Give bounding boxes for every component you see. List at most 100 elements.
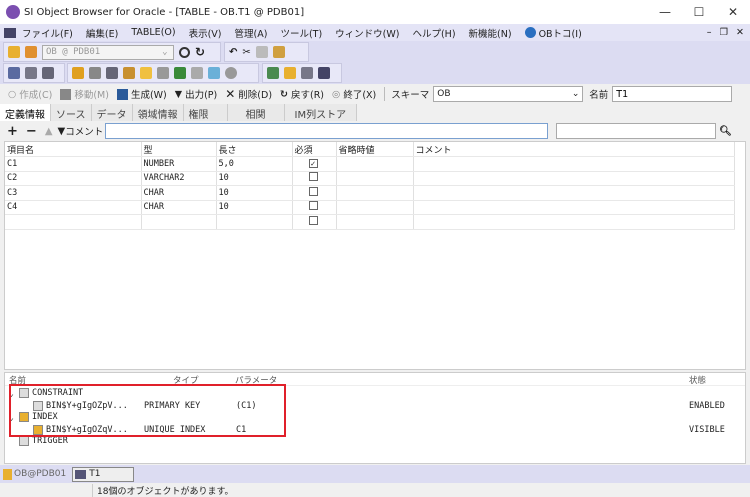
output-button[interactable]: ▼ 出力(P)	[175, 87, 217, 102]
cell-type[interactable]: VARCHAR2	[141, 171, 217, 186]
table-row[interactable]: C3 CHAR 10	[5, 185, 735, 201]
menu-table[interactable]: TABLE(O)	[131, 27, 175, 38]
cell-name[interactable]: C2	[5, 171, 142, 186]
cell-length[interactable]	[216, 214, 293, 230]
table-row[interactable]: C4 CHAR 10	[5, 200, 735, 215]
required-checkbox[interactable]	[308, 172, 318, 182]
menu-manage[interactable]: 管理(A)	[235, 26, 268, 40]
mdi-restore-button[interactable]: ❐	[720, 27, 729, 38]
database-icon[interactable]	[89, 67, 101, 79]
cell-length[interactable]: 5,0	[216, 156, 293, 172]
copy-icon[interactable]	[255, 46, 268, 58]
tab-storage[interactable]: 領域情報	[132, 104, 184, 121]
mdi-minimize-button[interactable]: –	[707, 27, 712, 38]
disconnect-icon[interactable]	[25, 46, 37, 58]
cell-default[interactable]	[336, 185, 414, 201]
cell-type[interactable]: CHAR	[141, 200, 217, 215]
binoculars-icon[interactable]: 🔍︎	[719, 126, 732, 137]
cell-required[interactable]	[292, 214, 337, 230]
tab-inmemory[interactable]: IM列ストア	[284, 104, 358, 121]
connect-icon[interactable]	[8, 46, 20, 58]
schema-select[interactable]: OB ⌄	[433, 86, 584, 102]
menu-edit[interactable]: 編集(E)	[86, 26, 118, 40]
circle-icon[interactable]	[179, 46, 190, 58]
window-tab-table[interactable]: T1	[72, 466, 135, 482]
cell-name[interactable]	[5, 214, 142, 230]
move-up-icon[interactable]: ▲	[45, 126, 53, 137]
cell-comment[interactable]	[413, 156, 735, 172]
generate-button[interactable]: 生成(W)	[116, 87, 167, 101]
tab-dependencies[interactable]: 相関	[227, 104, 285, 121]
undo-icon[interactable]: ↶	[229, 47, 237, 58]
menu-help[interactable]: ヘルプ(H)	[412, 26, 455, 40]
comment-input[interactable]	[105, 123, 549, 139]
yen-icon[interactable]	[284, 67, 296, 79]
tab-privileges[interactable]: 権限	[183, 104, 228, 121]
table-icon[interactable]	[174, 67, 186, 79]
cell-type[interactable]: CHAR	[141, 185, 217, 201]
lower-header-state[interactable]: 状態	[689, 374, 706, 386]
cell-length[interactable]: 10	[216, 200, 293, 215]
cell-required[interactable]	[292, 185, 337, 201]
cell-comment[interactable]	[413, 200, 735, 215]
col-header-type[interactable]: 型	[141, 142, 217, 157]
mdi-icon[interactable]	[4, 27, 16, 38]
cylinder-icon[interactable]	[140, 67, 152, 79]
cell-comment[interactable]	[413, 171, 735, 186]
clock-search-icon[interactable]	[225, 67, 237, 79]
window-tab-connection[interactable]: OB@PDB01	[3, 468, 66, 480]
document-icon[interactable]	[157, 67, 169, 79]
create-button[interactable]: ○ 作成(C)	[8, 87, 52, 102]
table-row[interactable]: C2 VARCHAR2 10	[5, 171, 735, 186]
col-header-name[interactable]: 項目名	[5, 142, 142, 157]
window-icon[interactable]	[42, 67, 54, 79]
name-input[interactable]	[612, 86, 733, 102]
cube-icon[interactable]	[191, 67, 203, 79]
refresh-icon[interactable]: ↻	[195, 45, 205, 59]
cell-required[interactable]	[292, 200, 337, 215]
cell-required[interactable]	[292, 171, 337, 186]
image-icon[interactable]	[208, 67, 220, 79]
table-row[interactable]	[5, 214, 735, 230]
tab-data[interactable]: データ	[91, 104, 133, 121]
cell-comment[interactable]	[413, 185, 735, 201]
remove-row-icon[interactable]: −	[26, 124, 37, 139]
minimize-button[interactable]: —	[648, 5, 682, 19]
cell-name[interactable]: C4	[5, 200, 142, 215]
grid-arrow-icon[interactable]	[318, 67, 330, 79]
maximize-button[interactable]: ☐	[682, 5, 716, 19]
sql-icon[interactable]	[8, 67, 20, 79]
mdi-close-button[interactable]: ✕	[736, 27, 744, 38]
exit-button[interactable]: ◎ 終了(X)	[332, 87, 376, 102]
lock-icon[interactable]	[123, 67, 135, 79]
table-row[interactable]: C1 NUMBER 5,0 ✓	[5, 156, 735, 172]
cell-default[interactable]	[336, 214, 414, 230]
delete-button[interactable]: ✕ 削除(D)	[225, 87, 272, 101]
cut-icon[interactable]: ✂	[242, 47, 250, 58]
tab-source[interactable]: ソース	[51, 104, 92, 121]
move-button[interactable]: 移動(M)	[60, 87, 109, 101]
cell-length[interactable]: 10	[216, 185, 293, 201]
menu-obtoko[interactable]: OBトコ(I)	[539, 26, 582, 40]
cell-default[interactable]	[336, 171, 414, 186]
add-row-icon[interactable]: +	[7, 124, 18, 139]
connection-select[interactable]: OB @ PDB01 ⌄	[42, 44, 174, 60]
cell-required[interactable]: ✓	[292, 156, 337, 172]
cell-name[interactable]: C3	[5, 185, 142, 201]
menu-view[interactable]: 表示(V)	[189, 26, 222, 40]
required-checkbox[interactable]	[308, 201, 318, 211]
menu-file[interactable]: ファイル(F)	[22, 26, 73, 40]
cell-comment[interactable]	[413, 214, 735, 230]
required-checkbox[interactable]: ✓	[308, 158, 318, 168]
search-input[interactable]	[556, 123, 717, 139]
menu-tools[interactable]: ツール(T)	[280, 26, 322, 40]
cell-type[interactable]	[141, 214, 217, 230]
export-icon[interactable]	[267, 67, 279, 79]
required-checkbox[interactable]	[308, 215, 318, 225]
script-icon[interactable]	[25, 67, 37, 79]
cell-type[interactable]: NUMBER	[141, 156, 217, 172]
col-header-required[interactable]: 必須	[292, 142, 337, 157]
menu-new-features[interactable]: 新機能(N)	[469, 26, 512, 40]
required-checkbox[interactable]	[308, 186, 318, 196]
user-icon[interactable]	[72, 67, 84, 79]
